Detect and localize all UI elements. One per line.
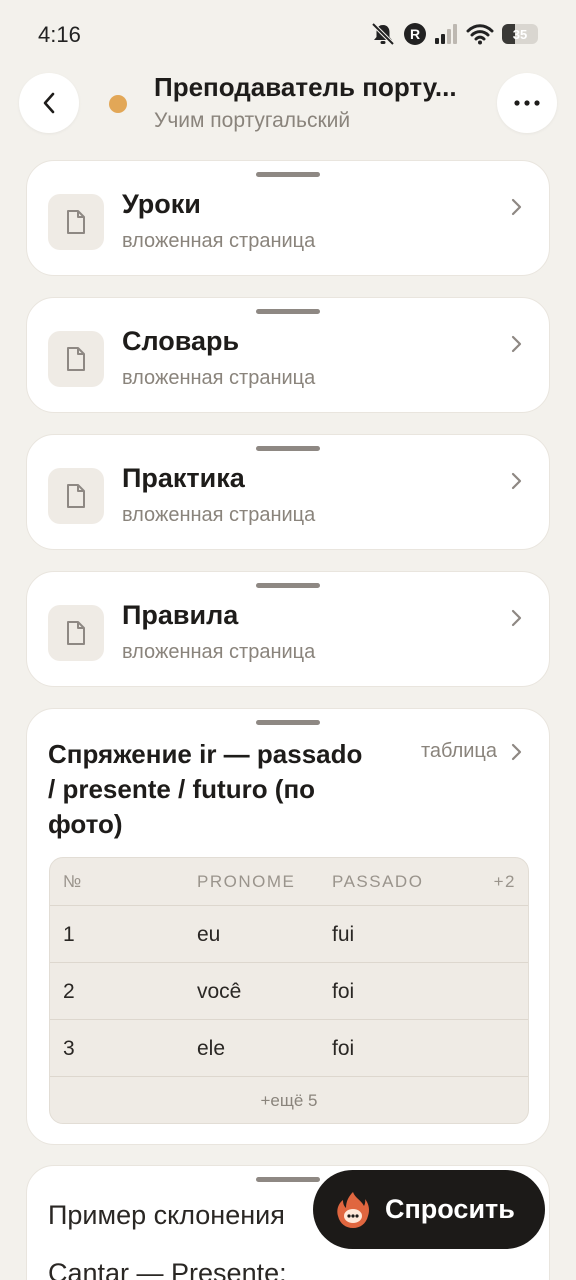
table-cell: foi [332,1037,355,1060]
table-cell: você [197,980,242,1003]
ask-button[interactable]: Спросить [313,1170,545,1249]
battery-level: 35 [512,26,528,42]
open-table-link[interactable]: таблица [421,740,523,763]
status-bar: 4:16 R 35 [0,0,576,68]
subpage-card-lessons[interactable]: Уроки вложенная страница [26,160,550,276]
bell-off-icon [371,22,395,46]
table-cell: 3 [63,1037,75,1060]
fire-chat-icon [335,1190,371,1230]
network-r-badge: R [404,23,426,45]
chevron-right-icon [511,472,522,490]
column-header-pronome: PRONOME [197,872,296,891]
table-cell: 1 [63,923,75,946]
column-header-passado: PASSADO [332,872,424,891]
subpage-subtitle: вложенная страница [122,504,316,526]
subpage-title: Практика [122,463,245,493]
chevron-right-icon [511,609,522,627]
subpage-title: Уроки [122,189,201,219]
drag-handle[interactable] [256,172,320,177]
subpage-subtitle: вложенная страница [122,367,316,389]
conjugation-table[interactable]: № PRONOME PASSADO +2 1 eu fui 2 você foi… [49,857,529,1124]
page-subtitle: Учим португальский [154,109,351,132]
drag-handle[interactable] [256,720,320,725]
status-time: 4:16 [38,22,81,47]
document-icon [48,468,104,524]
battery-icon: 35 [502,24,538,44]
text-block-line: Cantar — Presente: [48,1258,287,1280]
subpage-card-dictionary[interactable]: Словарь вложенная страница [26,297,550,413]
table-row: 2 você foi [50,963,528,1020]
status-dot [109,95,127,113]
table-block-card[interactable]: Спряжение ir — passado / presente / futu… [26,708,550,1145]
table-cell: fui [332,923,355,946]
status-icons: R 35 [370,20,538,48]
hidden-columns-count: +2 [493,872,516,891]
show-more-rows[interactable]: +ещё 5 [50,1077,528,1123]
table-block-title: Спряжение ir — passado / presente / futu… [48,739,363,839]
back-arrow-icon [43,92,55,114]
drag-handle[interactable] [256,1177,320,1182]
subpage-title: Словарь [122,326,240,356]
table-cell: eu [197,923,221,946]
drag-handle[interactable] [256,583,320,588]
table-header-row: № PRONOME PASSADO +2 [50,858,528,906]
page-title: Преподаватель порту... [154,72,457,102]
table-cell: foi [332,980,355,1003]
chevron-right-icon [511,743,522,760]
signal-icon [435,24,457,44]
wifi-icon [466,24,494,45]
text-block-heading: Пример склонения [48,1200,285,1230]
document-icon [48,194,104,250]
subpage-card-rules[interactable]: Правила вложенная страница [26,571,550,687]
document-icon [48,331,104,387]
drag-handle[interactable] [256,446,320,451]
subpage-card-practice[interactable]: Практика вложенная страница [26,434,550,550]
table-cell: 2 [63,980,75,1003]
ask-button-label: Спросить [385,1194,515,1224]
more-options-button[interactable] [497,73,557,133]
chevron-right-icon [511,335,522,353]
table-row: 1 eu fui [50,906,528,963]
table-link-label: таблица [420,740,497,762]
chevron-right-icon [511,198,522,216]
more-icon [514,100,540,106]
table-cell: ele [197,1037,226,1060]
table-row: 3 ele foi [50,1020,528,1077]
subpage-title: Правила [122,600,239,630]
document-icon [48,605,104,661]
subpage-subtitle: вложенная страница [122,641,316,663]
drag-handle[interactable] [256,309,320,314]
column-header-number: № [63,872,83,891]
back-button[interactable] [19,73,79,133]
subpage-subtitle: вложенная страница [122,230,316,252]
